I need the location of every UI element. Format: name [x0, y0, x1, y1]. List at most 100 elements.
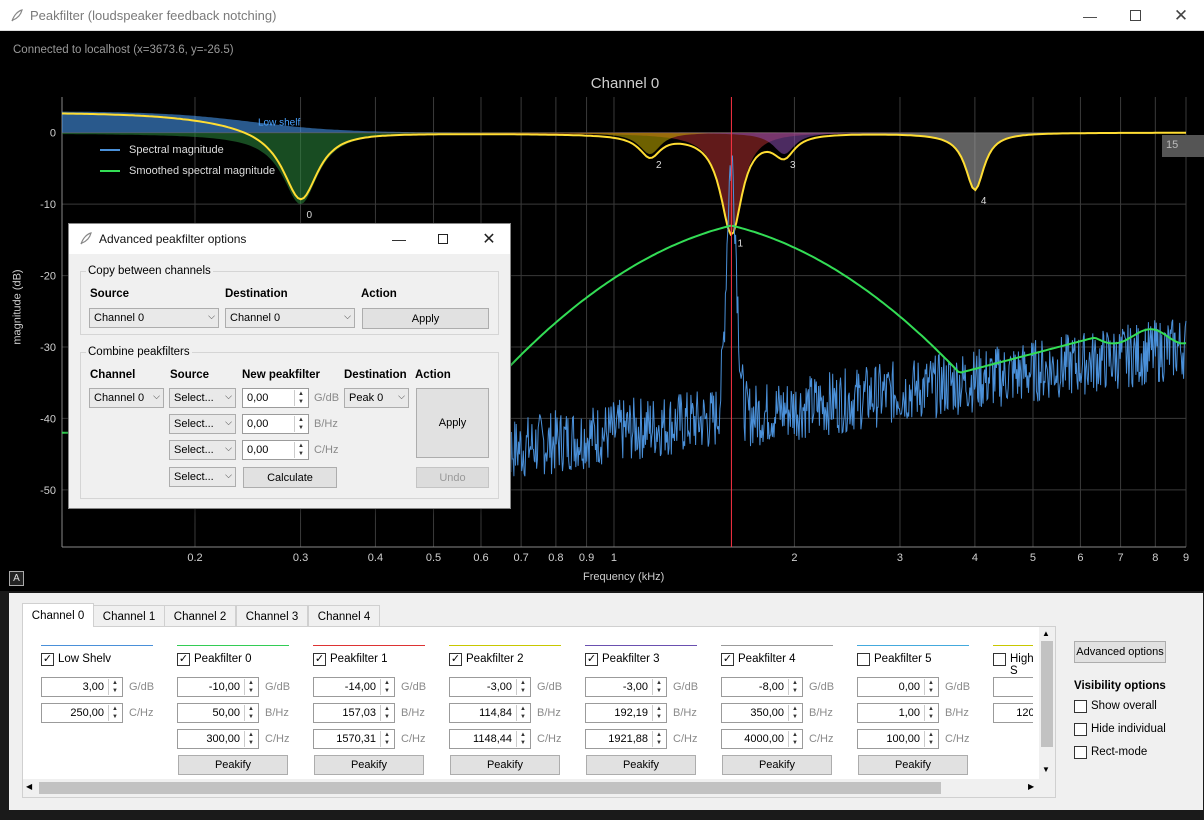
peakify-button[interactable]: Peakify: [450, 755, 560, 775]
copy-source-select[interactable]: Channel 0 ⌵: [89, 308, 219, 328]
dialog-close-button[interactable]: ✕: [467, 224, 511, 254]
scroll-up-icon[interactable]: ▲: [1042, 629, 1050, 638]
combine-source-select-2[interactable]: Select... ⌵: [169, 414, 236, 434]
filter-enable-checkbox[interactable]: ✓: [721, 653, 734, 666]
spin-arrows-icon[interactable]: ▲ ▼: [516, 679, 529, 695]
horizontal-scrollbar[interactable]: ◀ ▶: [23, 779, 1055, 797]
combine-source-select-3[interactable]: Select... ⌵: [169, 440, 236, 460]
hide-individual-checkbox[interactable]: [1074, 723, 1087, 736]
spin-arrows-icon[interactable]: ▲ ▼: [788, 731, 801, 747]
filter-value-input[interactable]: -3,00 ▲ ▼: [585, 677, 667, 697]
spin-arrows-icon[interactable]: ▲ ▼: [294, 390, 307, 406]
filter-enable-checkbox[interactable]: ✓: [177, 653, 190, 666]
peakify-button[interactable]: Peakify: [858, 755, 968, 775]
spin-arrows-icon[interactable]: ▲ ▼: [788, 679, 801, 695]
spin-arrows-icon[interactable]: ▲ ▼: [108, 705, 121, 721]
filter-value-input[interactable]: -8,00 ▲ ▼: [721, 677, 803, 697]
peakify-button[interactable]: Peakify: [722, 755, 832, 775]
filter-value-input[interactable]: -3,00 ▲ ▼: [449, 677, 531, 697]
combine-destination-select[interactable]: Peak 0 ⌵: [344, 388, 409, 408]
dialog-maximize-button[interactable]: [421, 224, 465, 254]
peakify-button[interactable]: Peakify: [178, 755, 288, 775]
filter-value-input[interactable]: 114,84 ▲ ▼: [449, 703, 531, 723]
copy-destination-select[interactable]: Channel 0 ⌵: [225, 308, 355, 328]
spin-arrows-icon[interactable]: ▲ ▼: [108, 679, 121, 695]
maximize-button[interactable]: [1112, 0, 1158, 31]
tab-channel-1[interactable]: Channel 1: [93, 605, 165, 627]
minimize-button[interactable]: —: [1067, 0, 1113, 31]
filter-value-input[interactable]: 3,00 ▲ ▼: [41, 677, 123, 697]
calculate-button[interactable]: Calculate: [243, 467, 337, 488]
vertical-scroll-thumb[interactable]: [1041, 641, 1053, 747]
auto-range-button[interactable]: A: [9, 571, 24, 586]
close-button[interactable]: ✕: [1158, 0, 1204, 31]
new-bandwidth-input[interactable]: 0,00 ▲ ▼: [242, 414, 309, 434]
spin-arrows-icon[interactable]: ▲ ▼: [652, 731, 665, 747]
spin-arrows-icon[interactable]: ▲ ▼: [652, 679, 665, 695]
plot-area[interactable]: Connected to localhost (x=3673.6, y=-26.…: [0, 31, 1204, 591]
scroll-right-icon[interactable]: ▶: [1028, 782, 1034, 791]
spin-arrows-icon[interactable]: ▲ ▼: [516, 731, 529, 747]
spin-arrows-icon[interactable]: ▲ ▼: [244, 731, 257, 747]
tab-channel-3[interactable]: Channel 3: [236, 605, 308, 627]
filter-value-input[interactable]: 192,19 ▲ ▼: [585, 703, 667, 723]
filter-enable-checkbox[interactable]: ✓: [585, 653, 598, 666]
advanced-options-button[interactable]: Advanced options: [1074, 641, 1166, 663]
filter-value-input[interactable]: 4000,00 ▲ ▼: [721, 729, 803, 749]
show-overall-checkbox[interactable]: [1074, 700, 1087, 713]
filter-value-input[interactable]: 0,00▲▼: [993, 677, 1033, 697]
filter-enable-checkbox[interactable]: [857, 653, 870, 666]
spin-arrows-icon[interactable]: ▲ ▼: [244, 679, 257, 695]
tab-channel-0[interactable]: Channel 0: [22, 603, 94, 627]
filter-value-input[interactable]: 12000,0▲▼: [993, 703, 1033, 723]
copy-apply-button[interactable]: Apply: [362, 308, 489, 329]
spin-arrows-icon[interactable]: ▲ ▼: [294, 442, 307, 458]
spin-arrows-icon[interactable]: ▲ ▼: [294, 416, 307, 432]
spin-arrows-icon[interactable]: ▲ ▼: [788, 705, 801, 721]
spin-arrows-icon[interactable]: ▲ ▼: [380, 705, 393, 721]
filter-enable-checkbox[interactable]: ✓: [449, 653, 462, 666]
scroll-left-icon[interactable]: ◀: [26, 782, 32, 791]
filter-value-input[interactable]: 100,00 ▲ ▼: [857, 729, 939, 749]
vertical-scrollbar[interactable]: ▲ ▼: [1039, 627, 1055, 779]
filter-value-input[interactable]: 300,00 ▲ ▼: [177, 729, 259, 749]
combine-apply-button[interactable]: Apply: [416, 388, 489, 458]
spin-arrows-icon[interactable]: ▲ ▼: [924, 705, 937, 721]
combine-source-select-1[interactable]: Select... ⌵: [169, 388, 236, 408]
scroll-down-icon[interactable]: ▼: [1042, 765, 1050, 774]
combine-channel-select[interactable]: Channel 0 ⌵: [89, 388, 164, 408]
tab-channel-4[interactable]: Channel 4: [308, 605, 380, 627]
tab-channel-2[interactable]: Channel 2: [164, 605, 236, 627]
peakify-button[interactable]: Peakify: [314, 755, 424, 775]
filter-enable-checkbox[interactable]: ✓: [41, 653, 54, 666]
spin-arrows-icon[interactable]: ▲ ▼: [244, 705, 257, 721]
spin-arrows-icon[interactable]: ▲ ▼: [924, 679, 937, 695]
filter-value-input[interactable]: 1,00 ▲ ▼: [857, 703, 939, 723]
spin-arrows-icon[interactable]: ▲ ▼: [380, 731, 393, 747]
filter-title: Peakfilter 5: [874, 653, 932, 665]
filter-value-input[interactable]: -14,00 ▲ ▼: [313, 677, 395, 697]
filter-value-input[interactable]: 1148,44 ▲ ▼: [449, 729, 531, 749]
filter-value-input[interactable]: 350,00 ▲ ▼: [721, 703, 803, 723]
filter-value-input[interactable]: -10,00 ▲ ▼: [177, 677, 259, 697]
filter-value-input[interactable]: 50,00 ▲ ▼: [177, 703, 259, 723]
dialog-minimize-button[interactable]: —: [377, 224, 421, 254]
filter-value-input[interactable]: 157,03 ▲ ▼: [313, 703, 395, 723]
filter-value-input[interactable]: 1921,88 ▲ ▼: [585, 729, 667, 749]
peakify-button[interactable]: Peakify: [586, 755, 696, 775]
spin-arrows-icon[interactable]: ▲ ▼: [652, 705, 665, 721]
filter-value-input[interactable]: 1570,31 ▲ ▼: [313, 729, 395, 749]
filter-enable-checkbox[interactable]: [993, 653, 1006, 666]
new-center-input[interactable]: 0,00 ▲ ▼: [242, 440, 309, 460]
close-icon: ✕: [482, 231, 496, 248]
rect-mode-checkbox[interactable]: [1074, 746, 1087, 759]
combine-source-select-4[interactable]: Select... ⌵: [169, 467, 236, 487]
spin-arrows-icon[interactable]: ▲ ▼: [516, 705, 529, 721]
filter-value-input[interactable]: 250,00 ▲ ▼: [41, 703, 123, 723]
horizontal-scroll-thumb[interactable]: [39, 782, 941, 794]
filter-enable-checkbox[interactable]: ✓: [313, 653, 326, 666]
filter-value-input[interactable]: 0,00▲▼: [857, 677, 939, 697]
spin-arrows-icon[interactable]: ▲ ▼: [924, 731, 937, 747]
new-gain-input[interactable]: 0,00 ▲ ▼: [242, 388, 309, 408]
spin-arrows-icon[interactable]: ▲ ▼: [380, 679, 393, 695]
